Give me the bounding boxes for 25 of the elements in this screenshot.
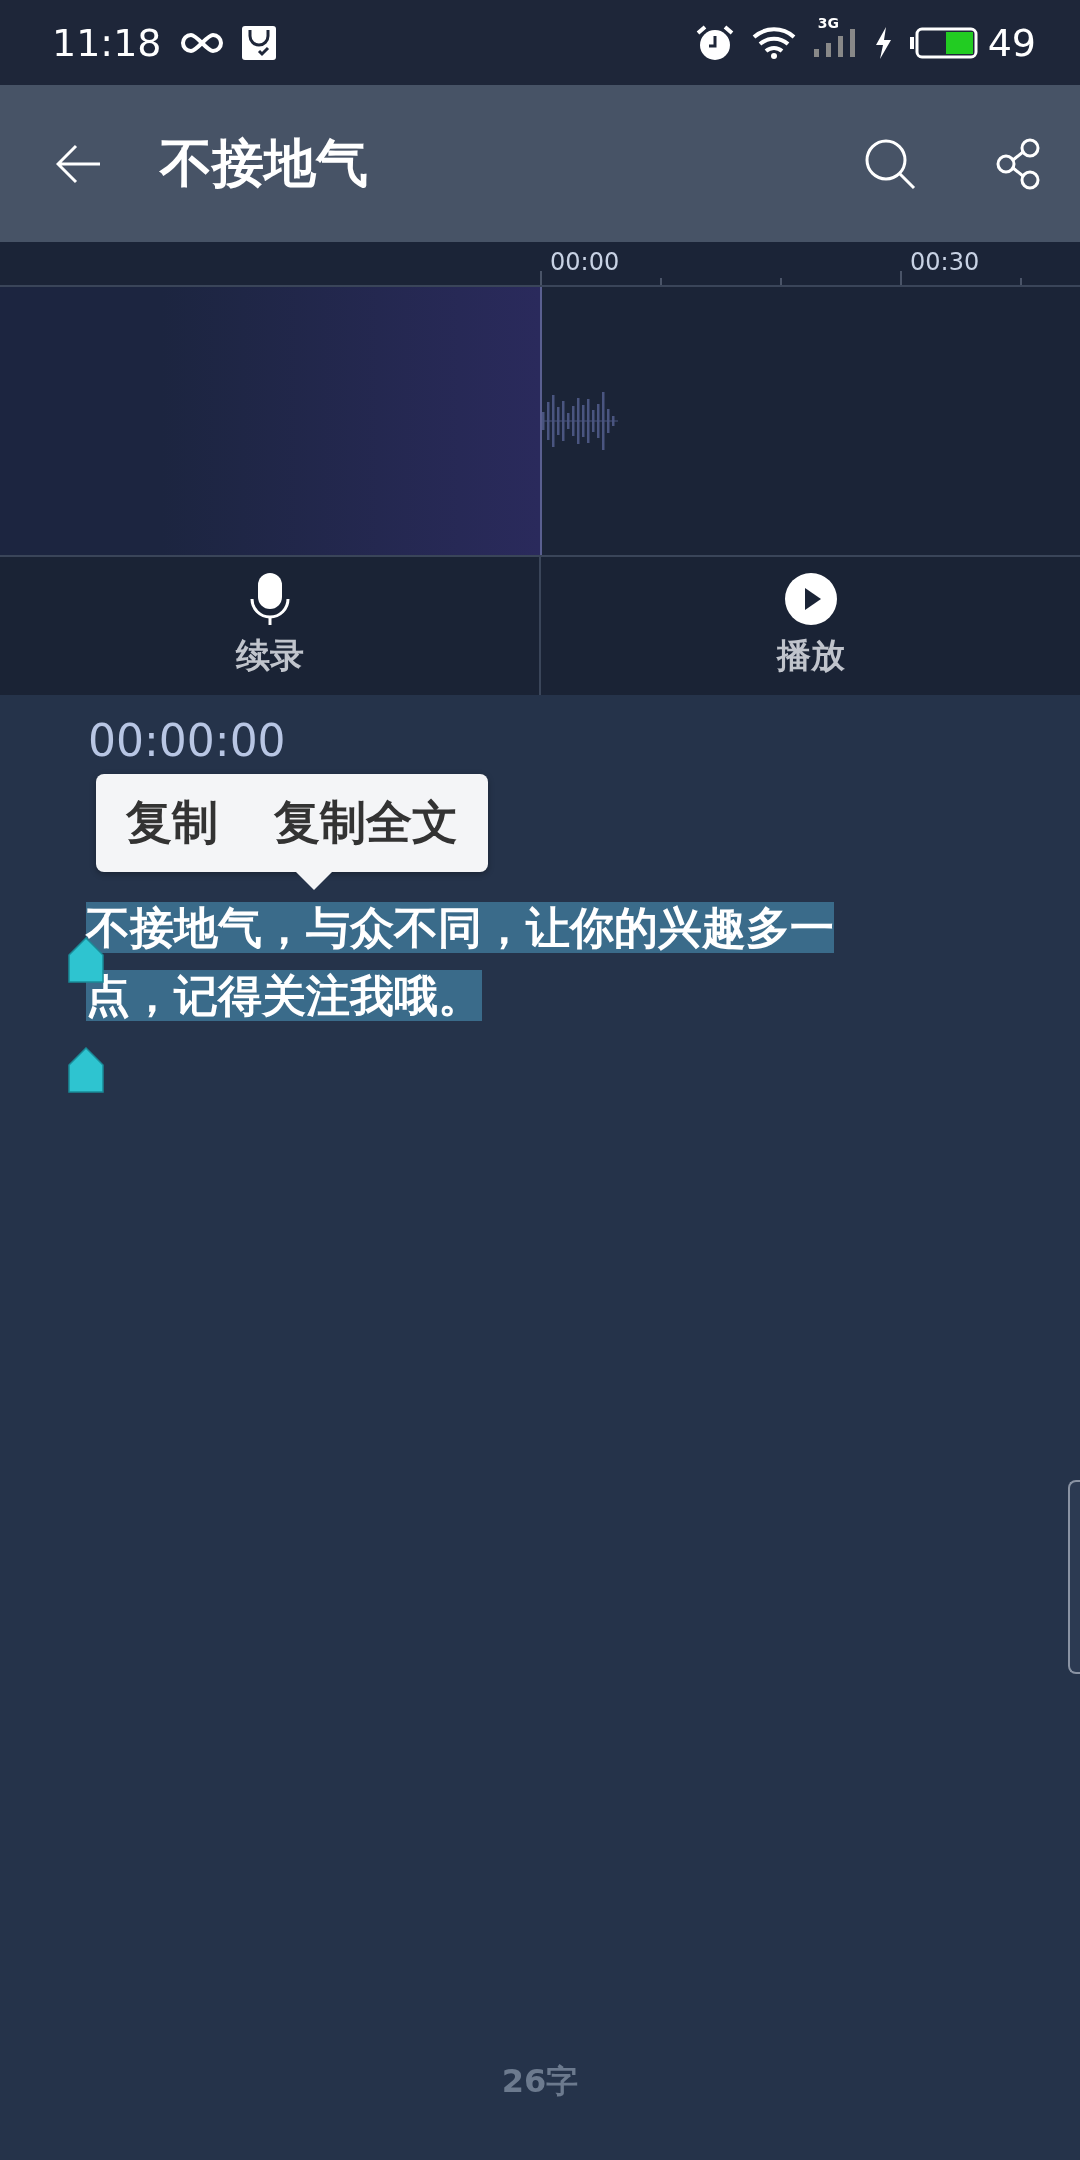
timestamp: 00:00:00 (88, 715, 286, 766)
clipboard-icon (241, 25, 276, 60)
battery-level: 49 (987, 20, 1036, 65)
time-tick: 00:00 (550, 248, 620, 276)
selection-handle-icon[interactable] (68, 1047, 104, 1093)
wifi-icon (751, 26, 796, 59)
status-time: 11:18 (52, 20, 162, 65)
time-tick: 00:30 (910, 248, 980, 276)
page-title: 不接地气 (160, 131, 369, 195)
record-button[interactable]: 续录 (0, 557, 539, 695)
network-type: 3G (817, 14, 839, 31)
signal-icon (813, 28, 856, 57)
infinity-icon (179, 30, 224, 55)
search-icon[interactable] (864, 137, 916, 190)
battery-icon (909, 26, 978, 59)
charging-icon (873, 26, 892, 59)
scroll-handle[interactable] (1068, 1480, 1080, 1674)
alarm-icon (695, 23, 734, 62)
menu-item[interactable]: 复制 (126, 792, 218, 854)
menu-item[interactable]: 复制全文 (274, 792, 458, 854)
back-icon[interactable] (56, 143, 102, 184)
play-button[interactable]: 播放 (539, 557, 1080, 695)
share-icon[interactable] (996, 137, 1040, 190)
play-icon (784, 573, 837, 625)
word-count: 26字 (501, 2062, 579, 2100)
